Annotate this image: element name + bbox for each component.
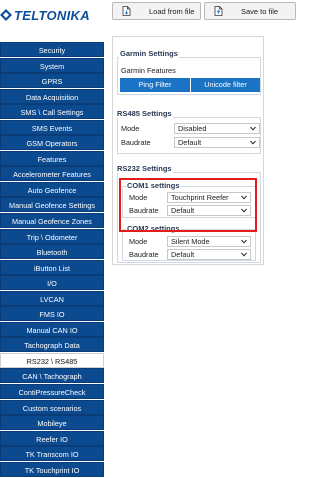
sidebar-item-rs232-rs485[interactable]: RS232 \ RS485 [0,352,104,368]
sidebar-item-tachograph-data[interactable]: Tachograph Data [0,337,104,353]
sidebar-item-trip-odometer[interactable]: Trip \ Odometer [0,228,104,244]
com2-settings-group: Mode Silent Mode Baudrate Default [122,229,256,261]
brand-name: TELTONIKA [14,7,90,23]
sidebar-item-gprs[interactable]: GPRS [0,73,104,89]
save-disk-icon [214,6,223,16]
sidebar-item-auto-geofence[interactable]: Auto Geofence [0,181,104,197]
rs485-mode-label: Mode [121,124,140,133]
sidebar-item-accelerometer-features[interactable]: Accelerometer Features [0,166,104,182]
rs485-settings-group: Mode Disabled Baudrate Default [117,117,261,154]
rs485-settings-title: RS485 Settings [116,109,173,118]
sidebar-item-ibutton-list[interactable]: iButton List [0,259,104,275]
teltonika-logo: TELTONIKA [0,7,90,23]
garmin-settings-title: Garmin Settings [119,49,179,58]
sidebar-item-lvcan[interactable]: LVCAN [0,290,104,306]
com2-baudrate-select[interactable]: Default [167,249,251,260]
sidebar-item-sms-events[interactable]: SMS Events [0,119,104,135]
sidebar-item-data-acquisition[interactable]: Data Acquisition [0,88,104,104]
sidebar-item-manual-geofence-settings[interactable]: Manual Geofence Settings [0,197,104,213]
com1-highlight-frame [119,178,257,232]
rs485-mode-value: Disabled [178,124,207,133]
chevron-down-icon [250,126,256,131]
garmin-features-label: Garmin Features [121,66,176,75]
save-to-file-button[interactable]: Save to file [204,2,296,20]
sidebar-item-system[interactable]: System [0,57,104,73]
rs485-baudrate-value: Default [178,138,202,147]
file-open-icon [122,6,131,16]
rs485-baudrate-label: Baudrate [121,138,151,147]
load-from-file-button[interactable]: Load from file [112,2,201,20]
sidebar-item-contipressurecheck[interactable]: ContiPressureCheck [0,384,104,400]
load-from-file-label: Load from file [149,6,195,16]
sidebar-item-can-tachograph[interactable]: CAN \ Tachograph [0,368,104,384]
com2-mode-select[interactable]: Silent Mode [167,236,251,247]
sidebar-menu: Security System GPRS Data Acquisition SMS \ … [0,42,104,477]
com2-baudrate-label: Baudrate [129,250,159,259]
sidebar-item-tk-touchprint-io[interactable]: TK Touchprint IO [0,461,104,477]
sidebar-item-mobileye[interactable]: Mobileye [0,415,104,431]
com2-baudrate-value: Default [171,250,195,259]
chevron-down-icon [241,252,247,257]
sidebar-item-i-o[interactable]: I/O [0,275,104,291]
sidebar-item-bluetooth[interactable]: Bluetooth [0,244,104,260]
sidebar-item-manual-can-io[interactable]: Manual CAN IO [0,321,104,337]
top-bar: TELTONIKA Load from file Save to file [0,0,300,30]
com2-mode-value: Silent Mode [171,237,210,246]
save-to-file-label: Save to file [241,6,279,16]
sidebar-item-features[interactable]: Features [0,150,104,166]
sidebar-item-reefer-io[interactable]: Reefer IO [0,430,104,446]
rs232-settings-title: RS232 Settings [116,164,173,173]
chevron-down-icon [250,140,256,145]
sidebar-item-security[interactable]: Security [0,42,104,57]
sidebar-item-custom-scenarios[interactable]: Custom scenarios [0,399,104,415]
ping-filter-button[interactable]: Ping Filter [120,78,190,92]
chevron-down-icon [241,239,247,244]
rs485-baudrate-select[interactable]: Default [174,137,260,148]
teltonika-logo-icon [0,9,12,21]
sidebar-item-gsm-operators[interactable]: GSM Operators [0,135,104,151]
sidebar-item-fms-io[interactable]: FMS IO [0,306,104,322]
rs485-mode-select[interactable]: Disabled [174,123,260,134]
sidebar-item-sms-call-settings[interactable]: SMS \ Call Settings [0,104,104,120]
sidebar-item-manual-geofence-zones[interactable]: Manual Geofence Zones [0,213,104,229]
garmin-settings-group: Garmin Features Ping Filter Unicode filt… [117,57,261,95]
sidebar-item-tk-transcom-io[interactable]: TK Transcom IO [0,446,104,462]
com2-mode-label: Mode [129,237,148,246]
unicode-filter-button[interactable]: Unicode filter [191,78,260,92]
